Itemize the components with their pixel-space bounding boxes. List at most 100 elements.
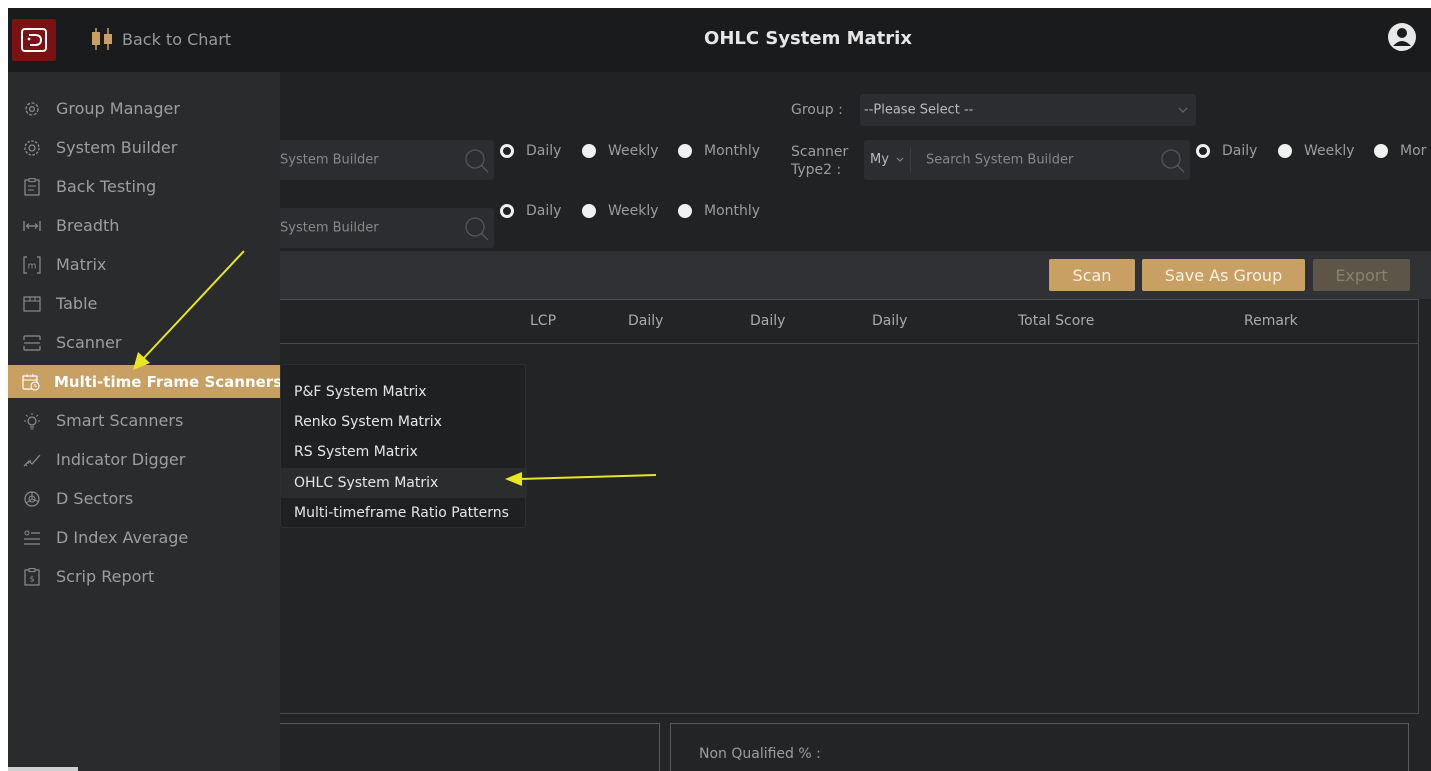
- trend-icon: [22, 450, 42, 470]
- radio-monthly-2[interactable]: Mor: [1374, 143, 1426, 159]
- radio-icon: [582, 204, 596, 218]
- col-header-daily-2[interactable]: Daily: [750, 313, 785, 329]
- sidebar-item-label: System Builder: [56, 138, 178, 157]
- sidebar-item-label: Indicator Digger: [56, 450, 186, 469]
- sidebar-item-label: Multi-time Frame Scanners: [54, 372, 283, 391]
- col-header-remark[interactable]: Remark: [1244, 313, 1298, 329]
- search-icon: [465, 149, 489, 173]
- col-header-total-score[interactable]: Total Score: [1018, 313, 1094, 329]
- app-window: Back to Chart OHLC System Matrix Group :…: [8, 8, 1431, 771]
- radio-icon: [678, 204, 692, 218]
- sidebar-item-multi-time-frame-scanners[interactable]: Multi-time Frame Scanners: [8, 365, 283, 398]
- filters-panel: Group : --Please Select -- System Builde…: [278, 72, 1431, 252]
- sidebar-item-label: D Sectors: [56, 489, 134, 508]
- sidebar-item-label: Table: [56, 294, 98, 313]
- scanner-type2-select[interactable]: My: [870, 152, 889, 167]
- svg-text:$: $: [29, 574, 34, 583]
- sidebar-item-matrix[interactable]: m Matrix: [8, 248, 280, 281]
- qualified-box: [268, 723, 660, 771]
- radio-label: Daily: [526, 143, 562, 159]
- index-average-icon: [22, 528, 42, 548]
- non-qualified-label: Non Qualified % :: [699, 746, 821, 762]
- sidebar-item-label: Breadth: [56, 216, 120, 235]
- sidebar-item-d-sectors[interactable]: D Sectors: [8, 482, 280, 515]
- menu-item-ohlc-system-matrix[interactable]: OHLC System Matrix: [281, 468, 527, 498]
- group-select-value: --Please Select --: [864, 102, 974, 118]
- gear-group-icon: [22, 99, 42, 119]
- calendar-clock-icon: [22, 372, 40, 392]
- table-header-row: LCP Daily Daily Daily Total Score Remark: [278, 300, 1418, 344]
- radio-label: Daily: [526, 203, 562, 219]
- scanner-type3-search[interactable]: System Builder: [278, 208, 494, 248]
- radio-selected-icon: [500, 204, 514, 218]
- export-button[interactable]: Export: [1313, 259, 1410, 291]
- pie-chart-icon: [22, 489, 42, 509]
- sidebar-item-indicator-digger[interactable]: Indicator Digger: [8, 443, 280, 476]
- radio-monthly-3[interactable]: Monthly: [678, 203, 760, 219]
- menu-item-multi-timeframe-ratio-patterns[interactable]: Multi-timeframe Ratio Patterns: [281, 498, 527, 528]
- radio-weekly[interactable]: Weekly: [582, 143, 659, 159]
- col-header-daily-3[interactable]: Daily: [872, 313, 907, 329]
- col-header-daily-1[interactable]: Daily: [628, 313, 663, 329]
- search-icon: [465, 217, 489, 241]
- radio-daily[interactable]: Daily: [500, 143, 561, 159]
- scanner-type2-label-line1: Scanner: [791, 144, 849, 160]
- matrix-icon: m: [22, 255, 42, 275]
- sidebar: Group Manager System Builder Back Testin…: [8, 72, 283, 771]
- menu-item-renko-system-matrix[interactable]: Renko System Matrix: [281, 407, 527, 437]
- sidebar-item-label: Back Testing: [56, 177, 157, 196]
- radio-label: Weekly: [608, 143, 659, 159]
- radio-label: Weekly: [1304, 143, 1355, 159]
- bulb-icon: [22, 411, 42, 431]
- radio-monthly[interactable]: Monthly: [678, 143, 760, 159]
- chevron-down-icon: [896, 157, 904, 162]
- save-as-group-button[interactable]: Save As Group: [1142, 259, 1305, 291]
- sidebar-item-scrip-report[interactable]: $ Scrip Report: [8, 560, 280, 593]
- sidebar-item-label: Group Manager: [56, 99, 180, 118]
- col-header-lcp[interactable]: LCP: [530, 313, 556, 329]
- search-placeholder: Search System Builder: [926, 152, 1074, 168]
- scan-button[interactable]: Scan: [1049, 259, 1135, 291]
- menu-item-pf-system-matrix[interactable]: P&F System Matrix: [281, 377, 527, 407]
- non-qualified-box: Non Qualified % :: [670, 723, 1409, 771]
- sidebar-item-table[interactable]: Table: [8, 287, 280, 320]
- radio-weekly-2[interactable]: Weekly: [1278, 143, 1355, 159]
- sidebar-item-scanner[interactable]: Scanner: [8, 326, 280, 359]
- group-select[interactable]: --Please Select --: [860, 94, 1196, 126]
- radio-label: Monthly: [704, 203, 761, 219]
- search-placeholder: System Builder: [280, 220, 379, 236]
- sidebar-scroll-indicator: [8, 767, 78, 771]
- sidebar-item-group-manager[interactable]: Group Manager: [8, 92, 280, 125]
- radio-weekly-3[interactable]: Weekly: [582, 203, 659, 219]
- svg-text:m: m: [28, 261, 37, 271]
- gear-icon: [22, 138, 42, 158]
- radio-icon: [1374, 144, 1388, 158]
- sidebar-item-smart-scanners[interactable]: Smart Scanners: [8, 404, 280, 437]
- radio-selected-icon: [1196, 144, 1210, 158]
- multi-time-frame-scanners-menu: P&F System Matrix Renko System Matrix RS…: [280, 364, 527, 528]
- radio-label: Daily: [1222, 143, 1258, 159]
- radio-daily-2[interactable]: Daily: [1196, 143, 1257, 159]
- sidebar-item-breadth[interactable]: Breadth: [8, 209, 280, 242]
- menu-item-rs-system-matrix[interactable]: RS System Matrix: [281, 437, 527, 467]
- radio-selected-icon: [500, 144, 514, 158]
- group-label: Group :: [791, 102, 843, 118]
- scanner-type1-search[interactable]: System Builder: [278, 140, 494, 180]
- sidebar-item-label: Scanner: [56, 333, 122, 352]
- action-bar: Scan Save As Group Export: [278, 251, 1431, 299]
- user-profile-button[interactable]: [1387, 22, 1417, 56]
- clipboard-icon: [22, 177, 42, 197]
- radio-icon: [582, 144, 596, 158]
- sidebar-item-label: D Index Average: [56, 528, 189, 547]
- scanner-type2-search[interactable]: My Search System Builder: [864, 140, 1190, 180]
- top-bar: Back to Chart OHLC System Matrix: [8, 8, 1431, 72]
- sidebar-item-system-builder[interactable]: System Builder: [8, 131, 280, 164]
- radio-icon: [1278, 144, 1292, 158]
- radio-daily-3[interactable]: Daily: [500, 203, 561, 219]
- table-icon: [22, 294, 42, 314]
- search-placeholder: System Builder: [280, 152, 379, 168]
- sidebar-item-back-testing[interactable]: Back Testing: [8, 170, 280, 203]
- chevron-down-icon: [1178, 107, 1188, 113]
- radio-label: Mor: [1400, 143, 1427, 159]
- sidebar-item-d-index-average[interactable]: D Index Average: [8, 521, 280, 554]
